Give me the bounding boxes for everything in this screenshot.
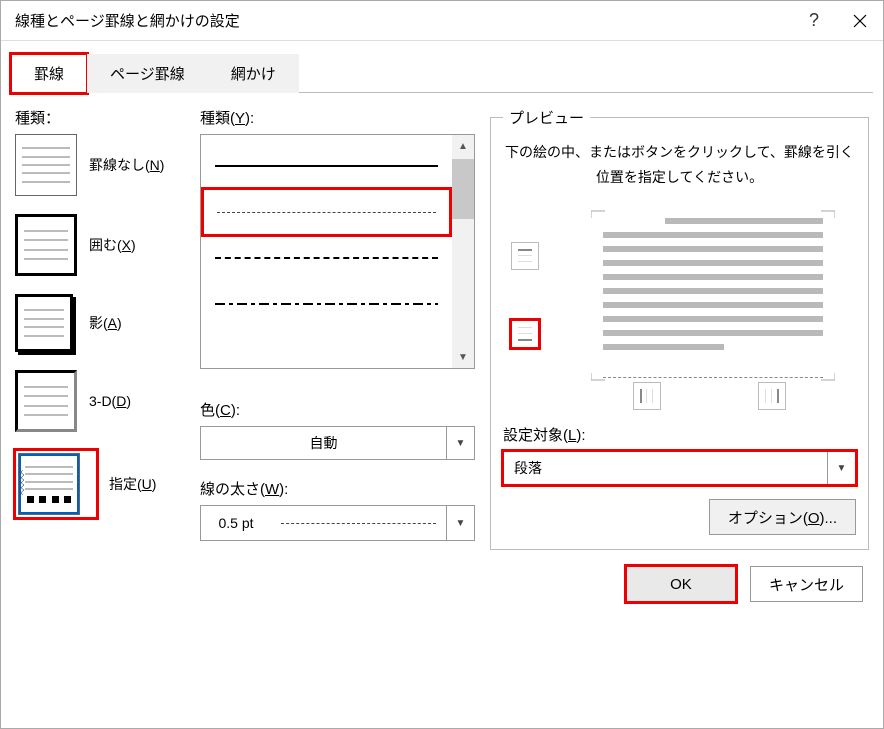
- apply-to-label: 設定対象(L):: [503, 424, 856, 445]
- line-style-dashdot[interactable]: [201, 281, 452, 327]
- setting-column: 種類： 罫線なし(N) 囲む(X) 影(A): [15, 107, 200, 550]
- setting-box-label: 囲む(X): [89, 235, 136, 255]
- style-column: 種類(Y): ▲ ▼ 色(C): 自動 ▼: [200, 107, 475, 550]
- chevron-down-icon: ▼: [446, 506, 474, 540]
- wavy-left-icon: [21, 458, 24, 507]
- setting-3d-label: 3-D(D): [89, 393, 131, 409]
- edge-top-button[interactable]: [511, 242, 539, 270]
- color-label: 色(C):: [200, 399, 475, 420]
- dialog-title: 線種とページ罫線と網かけの設定: [15, 10, 791, 31]
- edge-bottom-button[interactable]: [511, 320, 539, 348]
- preview-legend: プレビュー: [503, 107, 590, 128]
- setting-custom-thumb: [18, 453, 80, 515]
- setting-shadow[interactable]: 影(A): [15, 294, 200, 352]
- close-icon: [853, 14, 867, 28]
- setting-custom[interactable]: [15, 450, 97, 518]
- chevron-down-icon: ▼: [827, 452, 855, 484]
- borders-shading-dialog: 線種とページ罫線と網かけの設定 ? 罫線 ページ罫線 網かけ 種類： 罫線なし(…: [0, 0, 884, 729]
- preview-paragraph[interactable]: [603, 208, 823, 378]
- apply-to-dropdown[interactable]: 段落 ▼: [503, 451, 856, 485]
- options-button[interactable]: オプション(O)...: [709, 499, 856, 535]
- setting-box-thumb: [15, 214, 77, 276]
- tab-borders[interactable]: 罫線: [11, 54, 87, 93]
- setting-3d-thumb: [15, 370, 77, 432]
- apply-to-value: 段落: [504, 452, 827, 484]
- preview-instruction: 下の絵の中、またはボタンをクリックして、罫線を引く位置を指定してください。: [503, 140, 856, 190]
- edge-right-button[interactable]: [758, 382, 786, 410]
- chevron-down-icon: ▼: [446, 427, 474, 459]
- setting-heading: 種類：: [15, 107, 200, 128]
- preview-fieldset: プレビュー 下の絵の中、またはボタンをクリックして、罫線を引く位置を指定してくだ…: [490, 107, 869, 550]
- width-value: 0.5 pt: [201, 506, 271, 540]
- scroll-thumb[interactable]: [452, 159, 474, 219]
- width-dropdown[interactable]: 0.5 pt ▼: [200, 505, 475, 541]
- line-style-label: 種類(Y):: [200, 107, 475, 128]
- color-dropdown[interactable]: 自動 ▼: [200, 426, 475, 460]
- setting-custom-label: 指定(U): [109, 474, 200, 494]
- border-left-icon: [638, 387, 656, 405]
- color-value: 自動: [201, 427, 446, 459]
- preview-column: プレビュー 下の絵の中、またはボタンをクリックして、罫線を引く位置を指定してくだ…: [475, 107, 869, 550]
- border-right-icon: [763, 387, 781, 405]
- dialog-footer: OK キャンセル: [1, 550, 883, 618]
- width-label: 線の太さ(W):: [200, 478, 475, 499]
- cancel-button[interactable]: キャンセル: [750, 566, 863, 602]
- setting-none[interactable]: 罫線なし(N): [15, 134, 200, 196]
- help-button[interactable]: ?: [791, 1, 837, 41]
- border-top-icon: [516, 247, 534, 265]
- close-button[interactable]: [837, 1, 883, 41]
- ok-button[interactable]: OK: [626, 566, 736, 602]
- scroll-up-icon[interactable]: ▲: [452, 135, 474, 157]
- setting-box[interactable]: 囲む(X): [15, 214, 200, 276]
- preview-area[interactable]: [503, 190, 856, 410]
- tab-shading[interactable]: 網かけ: [208, 54, 299, 93]
- setting-none-thumb: [15, 134, 77, 196]
- titlebar: 線種とページ罫線と網かけの設定 ?: [1, 1, 883, 41]
- edge-left-button[interactable]: [633, 382, 661, 410]
- setting-3d[interactable]: 3-D(D): [15, 370, 200, 432]
- setting-shadow-thumb: [15, 294, 73, 352]
- setting-shadow-label: 影(A): [89, 313, 122, 333]
- border-bottom-icon: [516, 325, 534, 343]
- scroll-down-icon[interactable]: ▼: [452, 346, 474, 368]
- tabstrip: 罫線 ページ罫線 網かけ: [11, 53, 873, 93]
- line-style-list[interactable]: ▲ ▼: [200, 134, 475, 369]
- line-style-scrollbar[interactable]: ▲ ▼: [452, 135, 474, 368]
- line-style-solid[interactable]: [201, 143, 452, 189]
- line-style-dashed[interactable]: [201, 235, 452, 281]
- tab-page-borders[interactable]: ページ罫線: [87, 54, 208, 93]
- line-style-dotted[interactable]: [203, 189, 450, 235]
- setting-none-label: 罫線なし(N): [89, 155, 164, 175]
